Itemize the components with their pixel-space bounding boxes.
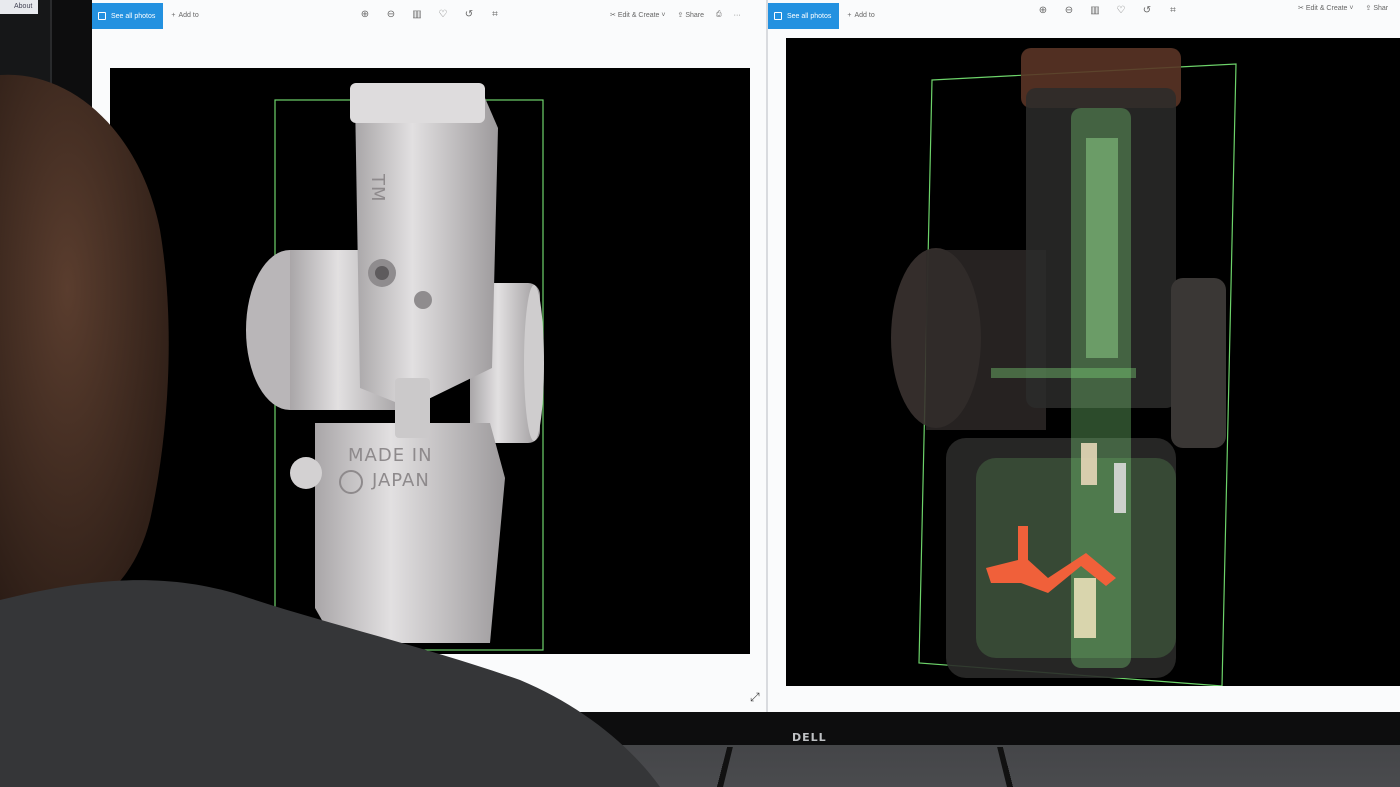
photos-icon: [98, 12, 106, 20]
crop-icon[interactable]: ⌗: [1168, 6, 1178, 16]
made-in-text: MADE IN: [348, 445, 433, 466]
delete-icon[interactable]: ▥: [412, 10, 422, 20]
zoom-in-icon[interactable]: ⊕: [1038, 6, 1048, 16]
add-to-label: Add to: [178, 11, 199, 19]
plus-icon: +: [847, 11, 852, 19]
print-icon[interactable]: ⎙: [716, 11, 722, 19]
more-button[interactable]: ···: [734, 12, 741, 19]
monitor: See all photos + Add to ⊕ ⊖ ▥ ♡ ↺ ⌗ ✂ Ed…: [52, 0, 1400, 745]
japan-text: JAPAN: [371, 470, 430, 491]
share-button[interactable]: ⇪ Share: [678, 11, 705, 19]
edit-create-button[interactable]: ✂ Edit & Create ˅: [610, 11, 666, 19]
photos-icon: [774, 12, 782, 20]
tm-logo-text: TM: [367, 173, 388, 203]
share-label: Shar: [1373, 5, 1389, 12]
see-all-label: See all photos: [111, 12, 156, 20]
share-label: Share: [685, 12, 704, 19]
monitor-screen: See all photos + Add to ⊕ ⊖ ▥ ♡ ↺ ⌗ ✂ Ed…: [92, 0, 1400, 712]
xray-render: [891, 48, 1237, 687]
add-to-button-right[interactable]: + Add to: [847, 12, 874, 19]
monitor-brand-logo: DELL: [792, 731, 827, 744]
see-all-label: See all photos: [787, 12, 832, 20]
see-all-photos-button-right[interactable]: See all photos: [768, 3, 840, 29]
action-tools-left: ✂ Edit & Create ˅ ⇪ Share ⎙ ···: [610, 11, 741, 19]
rotate-icon[interactable]: ↺: [1142, 6, 1152, 16]
photos-window-right: See all photos + Add to ⊕ ⊖ ▥ ♡ ↺ ⌗ ✂ Ed…: [768, 0, 1400, 712]
expand-icon[interactable]: ⤢: [750, 690, 760, 705]
monitor-stand: [712, 746, 1018, 787]
carburetor-render: TM MADE IN JAPAN: [246, 83, 544, 651]
crop-icon[interactable]: ⌗: [490, 10, 500, 20]
favorite-icon[interactable]: ♡: [1116, 6, 1126, 16]
zoom-in-icon[interactable]: ⊕: [360, 10, 370, 20]
image-viewport-left: TM MADE IN JAPAN: [110, 68, 750, 654]
see-all-photos-button[interactable]: See all photos: [92, 3, 164, 29]
photo-scene: About See all photos + Add to ⊕ ⊖ ▥ ♡ ↺ …: [0, 0, 1400, 787]
secondary-monitor: About: [0, 0, 50, 90]
edit-create-label: Edit & Create: [617, 12, 660, 19]
photos-window-left: See all photos + Add to ⊕ ⊖ ▥ ♡ ↺ ⌗ ✂ Ed…: [92, 0, 768, 712]
zoom-out-icon[interactable]: ⊖: [1064, 6, 1074, 16]
favorite-icon[interactable]: ♡: [438, 10, 448, 20]
about-tab[interactable]: About: [0, 0, 38, 14]
view-tools-left: ⊕ ⊖ ▥ ♡ ↺ ⌗: [360, 10, 500, 20]
carburetor-body: [355, 98, 498, 408]
action-tools-right: ✂ Edit & Create ˅ ⇪ Shar: [1298, 4, 1388, 12]
view-tools-right: ⊕ ⊖ ▥ ♡ ↺ ⌗: [1038, 6, 1178, 16]
share-button-right[interactable]: ⇪ Shar: [1366, 4, 1389, 12]
edit-create-label: Edit & Create: [1305, 5, 1348, 12]
zoom-out-icon[interactable]: ⊖: [386, 10, 396, 20]
add-to-button[interactable]: + Add to: [171, 12, 198, 19]
edit-create-button-right[interactable]: ✂ Edit & Create ˅: [1298, 4, 1354, 12]
image-viewport-right: [786, 38, 1400, 687]
rotate-icon[interactable]: ↺: [464, 10, 474, 20]
delete-icon[interactable]: ▥: [1090, 6, 1100, 16]
plus-icon: +: [171, 11, 176, 19]
add-to-label: Add to: [854, 11, 875, 19]
